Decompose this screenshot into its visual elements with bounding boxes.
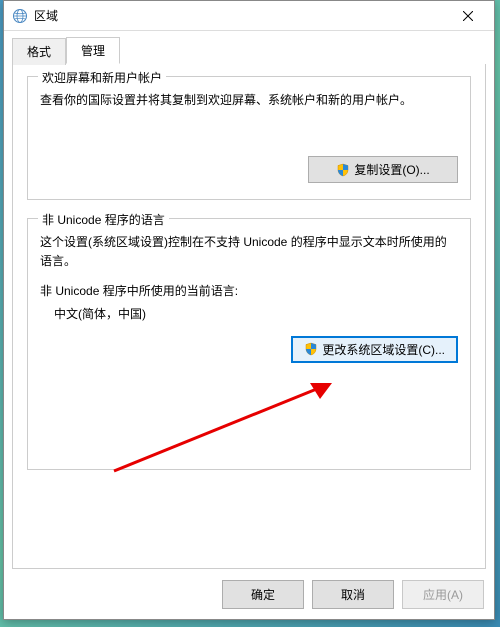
copy-settings-button[interactable]: 复制设置(O)...: [308, 156, 458, 183]
apply-button[interactable]: 应用(A): [402, 580, 484, 609]
group-nonunicode-title: 非 Unicode 程序的语言: [38, 211, 169, 228]
current-language-label: 非 Unicode 程序中所使用的当前语言:: [40, 282, 458, 299]
shield-icon: [336, 163, 350, 177]
tab-format[interactable]: 格式: [12, 38, 66, 65]
region-dialog: 区域 格式 管理 欢迎屏幕和新用户帐户 查看你的国际设置并将其复制到欢迎屏幕、系…: [3, 0, 495, 620]
tab-admin[interactable]: 管理: [66, 37, 120, 64]
window-title: 区域: [34, 7, 448, 24]
tab-content: 欢迎屏幕和新用户帐户 查看你的国际设置并将其复制到欢迎屏幕、系统帐户和新的用户帐…: [12, 63, 486, 569]
group-welcome-text: 查看你的国际设置并将其复制到欢迎屏幕、系统帐户和新的用户帐户。: [40, 91, 458, 110]
group-welcome: 欢迎屏幕和新用户帐户 查看你的国际设置并将其复制到欢迎屏幕、系统帐户和新的用户帐…: [27, 76, 471, 200]
globe-icon: [12, 8, 28, 24]
ok-button[interactable]: 确定: [222, 580, 304, 609]
change-locale-button[interactable]: 更改系统区域设置(C)...: [291, 336, 458, 363]
tabs: 格式 管理: [4, 31, 494, 64]
shield-icon: [304, 342, 318, 356]
group-nonunicode-text: 这个设置(系统区域设置)控制在不支持 Unicode 的程序中显示文本时所使用的…: [40, 233, 458, 271]
change-locale-label: 更改系统区域设置(C)...: [322, 341, 445, 358]
current-language-value: 中文(简体，中国): [40, 305, 458, 322]
titlebar: 区域: [4, 1, 494, 31]
group-welcome-title: 欢迎屏幕和新用户帐户: [38, 69, 166, 86]
copy-settings-label: 复制设置(O)...: [354, 161, 429, 178]
dialog-footer: 确定 取消 应用(A): [14, 580, 484, 609]
cancel-button[interactable]: 取消: [312, 580, 394, 609]
close-button[interactable]: [448, 2, 488, 30]
group-nonunicode: 非 Unicode 程序的语言 这个设置(系统区域设置)控制在不支持 Unico…: [27, 218, 471, 470]
